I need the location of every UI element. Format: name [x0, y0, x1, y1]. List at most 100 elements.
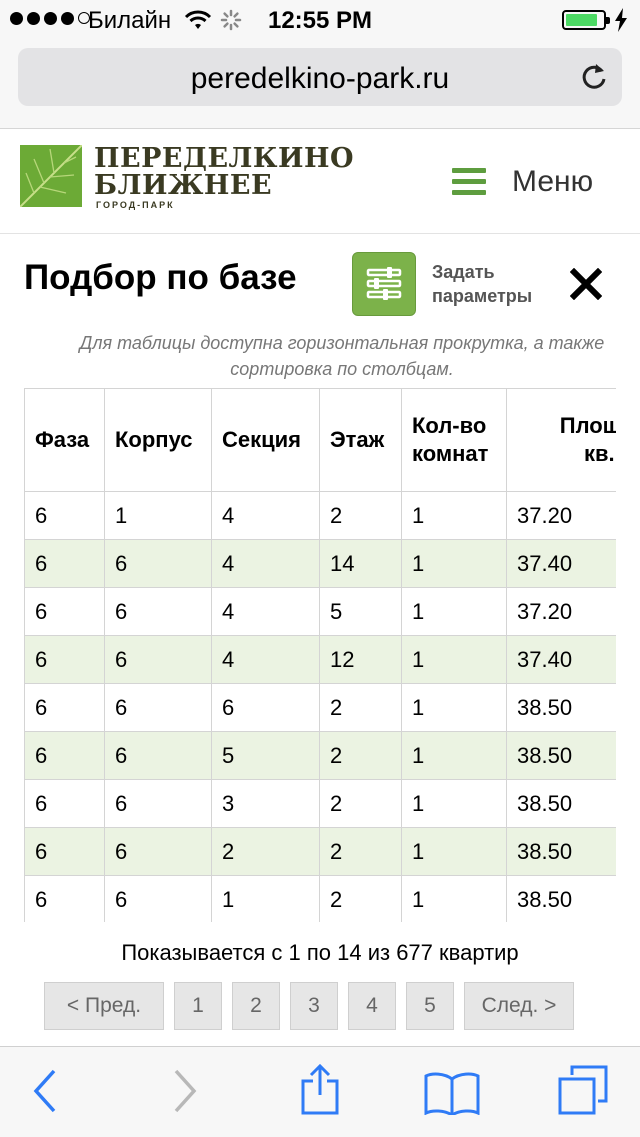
battery-icon [562, 10, 610, 30]
table-row[interactable]: 6 6 1 2 1 38.50 [24, 875, 616, 922]
column-header[interactable]: Этаж [319, 388, 402, 492]
table-row[interactable]: 6 6 4 14 1 37.40 [24, 539, 616, 588]
column-header[interactable]: Секция [211, 388, 320, 492]
table-row[interactable]: 6 6 4 12 1 37.40 [24, 635, 616, 684]
next-page-button[interactable]: След. > [464, 982, 574, 1030]
browser-toolbar [0, 1046, 640, 1137]
tabs-icon[interactable] [558, 1065, 608, 1120]
set-parameters-line-2: параметры [432, 286, 533, 306]
column-header[interactable]: Фаза [24, 388, 105, 492]
table-cell: 4 [211, 587, 320, 636]
table-hint: Для таблицы доступна горизонтальная прок… [60, 330, 624, 382]
table-row[interactable]: 6 6 6 2 1 38.50 [24, 683, 616, 732]
table-hint-line-2: сортировка по столбцам. [230, 359, 454, 379]
column-header-line: Фаза [35, 427, 90, 452]
logo-leaf-icon[interactable] [19, 144, 83, 208]
table-cell: 1 [104, 491, 212, 540]
charging-bolt-icon [614, 8, 628, 39]
column-header-line: Корпус [115, 427, 193, 452]
sliders-icon [366, 267, 402, 300]
clock: 12:55 PM [267, 7, 373, 34]
column-header[interactable]: Корпус [104, 388, 212, 492]
column-header[interactable]: Площадь кв. м [506, 388, 616, 492]
page-button-2[interactable]: 2 [232, 982, 280, 1030]
column-header-line: Площадь [559, 413, 616, 438]
browser-address-area: peredelkino-park.ru [0, 40, 640, 129]
page-button-3[interactable]: 3 [290, 982, 338, 1030]
logo-wordmark[interactable]: ПЕРЕДЕЛКИНО БЛИЖНЕЕ [94, 145, 354, 199]
table-cell: 6 [211, 683, 320, 732]
column-header-line: Этаж [330, 427, 385, 452]
table-cell: 4 [211, 491, 320, 540]
table-row[interactable]: 6 6 4 5 1 37.20 [24, 587, 616, 636]
table-cell: 2 [319, 779, 402, 828]
column-header-line: комнат [412, 441, 489, 466]
table-cell: 37.20 [506, 587, 616, 636]
table-cell: 1 [401, 779, 507, 828]
back-icon[interactable] [32, 1069, 58, 1118]
column-header-line: кв. м [583, 441, 616, 466]
table-cell: 6 [24, 779, 105, 828]
table-cell: 1 [401, 683, 507, 732]
results-table: Фаза Корпус Секция Этаж Кол-во комнат Площадь к… [24, 388, 616, 922]
logo-subtitle: ГОРОД-ПАРК [96, 200, 175, 210]
page-button-4[interactable]: 4 [348, 982, 396, 1030]
page-title: Подбор по базе [24, 258, 297, 297]
share-icon[interactable] [300, 1063, 340, 1120]
table-cell: 6 [24, 491, 105, 540]
table-cell: 6 [24, 875, 105, 922]
table-cell: 6 [104, 635, 212, 684]
table-row[interactable]: 6 6 5 2 1 38.50 [24, 731, 616, 780]
table-cell: 6 [104, 683, 212, 732]
table-row[interactable]: 6 6 2 2 1 38.50 [24, 827, 616, 876]
column-header-line: Секция [222, 427, 302, 452]
address-bar[interactable]: peredelkino-park.ru [18, 48, 622, 106]
table-cell: 6 [24, 731, 105, 780]
page-button-1[interactable]: 1 [174, 982, 222, 1030]
table-cell: 12 [319, 635, 402, 684]
table-cell: 38.50 [506, 731, 616, 780]
menu-button[interactable]: Меню [452, 165, 593, 199]
table-cell: 6 [104, 827, 212, 876]
table-cell: 1 [401, 491, 507, 540]
address-url[interactable]: peredelkino-park.ru [18, 62, 622, 96]
table-cell: 1 [401, 875, 507, 922]
close-icon[interactable] [569, 267, 603, 305]
table-cell: 2 [319, 731, 402, 780]
reload-icon[interactable] [580, 61, 608, 96]
table-cell: 6 [104, 587, 212, 636]
table-cell: 6 [104, 731, 212, 780]
table-cell: 1 [401, 539, 507, 588]
hamburger-icon [452, 168, 486, 196]
prev-page-button[interactable]: < Пред. [44, 982, 164, 1030]
results-count: Показывается с 1 по 14 из 677 квартир [121, 940, 519, 965]
table-cell: 2 [319, 827, 402, 876]
table-cell: 1 [401, 587, 507, 636]
table-cell: 6 [24, 827, 105, 876]
column-header[interactable]: Кол-во комнат [401, 388, 507, 492]
logo-line-2: БЛИЖНЕЕ [94, 170, 273, 201]
forward-icon[interactable] [172, 1069, 198, 1118]
table-cell: 3 [211, 779, 320, 828]
set-parameters-button[interactable] [352, 252, 416, 316]
set-parameters-line-1: Задать [432, 262, 495, 282]
table-cell: 1 [401, 827, 507, 876]
page-button-5[interactable]: 5 [406, 982, 454, 1030]
column-header-line: Кол-во [412, 413, 487, 438]
table-cell: 2 [319, 491, 402, 540]
set-parameters-label[interactable]: Задать параметры [432, 260, 532, 308]
bookmarks-icon[interactable] [424, 1071, 480, 1120]
table-cell: 4 [211, 635, 320, 684]
table-cell: 1 [211, 875, 320, 922]
table-cell: 38.50 [506, 875, 616, 922]
table-row[interactable]: 6 6 3 2 1 38.50 [24, 779, 616, 828]
results-table-scroll[interactable]: Фаза Корпус Секция Этаж Кол-во комнат Площадь к… [24, 388, 616, 922]
status-bar: Билайн 12:55 PM [0, 0, 640, 40]
table-row[interactable]: 6 1 4 2 1 37.20 [24, 491, 616, 540]
table-cell: 37.40 [506, 635, 616, 684]
table-cell: 2 [211, 827, 320, 876]
table-cell: 6 [104, 875, 212, 922]
table-cell: 1 [401, 635, 507, 684]
table-cell: 6 [24, 683, 105, 732]
table-cell: 14 [319, 539, 402, 588]
